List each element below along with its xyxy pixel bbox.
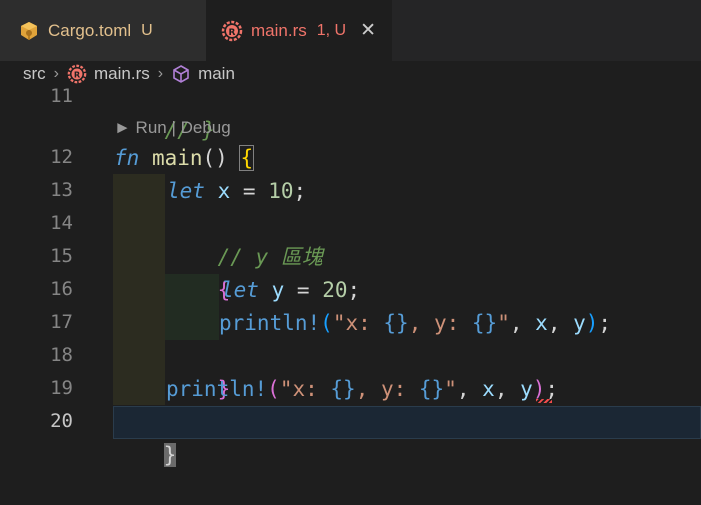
string-literal: " xyxy=(497,311,510,335)
comma: , xyxy=(509,311,536,335)
semicolon: ; xyxy=(545,377,559,401)
variable-y-error: y xyxy=(520,377,533,401)
rust-file-icon: R xyxy=(221,20,243,42)
string-literal: " xyxy=(444,377,457,401)
variable-y: y xyxy=(271,278,285,302)
macro-println: println! xyxy=(166,377,268,401)
breadcrumb-item-src[interactable]: src xyxy=(23,64,46,84)
number-literal: 20 xyxy=(322,278,348,302)
string-literal: "x: xyxy=(332,311,384,335)
paren: ( xyxy=(320,311,333,335)
code-line-17: println!("x: {}, y: {}", x, y); xyxy=(219,307,611,340)
svg-text:R: R xyxy=(74,70,81,80)
assign-op: = xyxy=(230,179,269,203)
code-line-13: let x = 10; xyxy=(167,175,306,208)
line-number: 19 xyxy=(50,377,73,399)
semicolon: ; xyxy=(293,179,307,203)
indent-highlight-outer xyxy=(113,174,165,405)
function-name: main xyxy=(151,146,203,170)
string-literal: , y: xyxy=(408,311,472,335)
breadcrumb: src › R main.rs › main xyxy=(0,61,701,87)
line-number: 17 xyxy=(50,311,73,333)
number-literal: 10 xyxy=(268,179,294,203)
keyword-fn: fn xyxy=(114,146,140,170)
problem-count-badge: 1, U xyxy=(316,21,347,39)
rust-cargo-icon xyxy=(18,20,40,42)
tab-label: Cargo.toml xyxy=(48,20,132,40)
current-line-highlight xyxy=(113,406,701,439)
variable-y: y xyxy=(573,311,586,335)
codelens-label[interactable]: ► Run | Debug xyxy=(114,118,231,138)
paren: ) xyxy=(532,377,546,401)
line-number-active: 20 xyxy=(50,410,73,432)
line-number: 13 xyxy=(50,179,73,201)
variable-x: x xyxy=(217,179,231,203)
variable-x: x xyxy=(482,377,495,401)
rust-file-icon: R xyxy=(67,64,87,84)
code-line-18: } xyxy=(167,340,231,401)
line-number: 16 xyxy=(50,278,73,300)
line-number: 18 xyxy=(50,344,73,366)
tab-main-rs[interactable]: R main.rs 1, U ✕ xyxy=(206,0,392,61)
code-line-15: { xyxy=(167,241,231,302)
format-placeholder: {} xyxy=(471,311,498,335)
paren: ( xyxy=(267,377,280,401)
code-line-16: let y = 20; xyxy=(221,274,360,307)
assign-op: = xyxy=(284,278,323,302)
line-number: 12 xyxy=(50,146,73,168)
string-literal: , y: xyxy=(355,377,419,401)
git-status-badge: U xyxy=(141,21,153,39)
line-number: 11 xyxy=(50,85,73,107)
line-number: 15 xyxy=(50,245,73,267)
tab-label: main.rs xyxy=(251,20,307,40)
comma: , xyxy=(494,377,521,401)
code-line-12: fn main() { xyxy=(114,142,255,175)
string-literal: "x: xyxy=(279,377,331,401)
code-line-14: // y 區塊 xyxy=(167,208,323,269)
semicolon: ; xyxy=(598,311,612,335)
macro-println: println! xyxy=(219,311,321,335)
code-line-20: } xyxy=(113,406,177,467)
keyword-let: let xyxy=(167,179,205,203)
semicolon: ; xyxy=(347,278,361,302)
format-placeholder: {} xyxy=(330,377,356,401)
format-placeholder: {} xyxy=(418,377,445,401)
error-squiggle[interactable] xyxy=(536,399,552,403)
code-line-11: // } xyxy=(114,81,216,142)
parens: () xyxy=(202,146,228,170)
close-icon[interactable]: ✕ xyxy=(360,19,376,42)
code-editor[interactable]: 11 12 13 14 15 16 17 18 19 20 // } ► Run… xyxy=(0,85,701,467)
comma: , xyxy=(547,311,574,335)
variable-x: x xyxy=(535,311,548,335)
format-placeholder: {} xyxy=(383,311,409,335)
keyword-let: let xyxy=(221,278,259,302)
codelens-run-debug[interactable]: ► Run | Debug xyxy=(114,117,231,139)
tab-bar: Cargo.toml U R main.rs 1, U ✕ xyxy=(0,0,701,61)
tab-cargo-toml[interactable]: Cargo.toml U xyxy=(0,0,206,61)
line-number: 14 xyxy=(50,212,73,234)
comment: // y 區塊 xyxy=(217,245,323,269)
close-brace-matched: } xyxy=(163,443,177,467)
open-brace: { xyxy=(239,145,255,171)
code-line-19: println!("x: {}, y: {}", x, y); xyxy=(166,373,558,406)
comma: , xyxy=(456,377,483,401)
chevron-right-icon: › xyxy=(53,65,59,82)
svg-text:R: R xyxy=(229,28,236,38)
paren: ) xyxy=(585,311,599,335)
